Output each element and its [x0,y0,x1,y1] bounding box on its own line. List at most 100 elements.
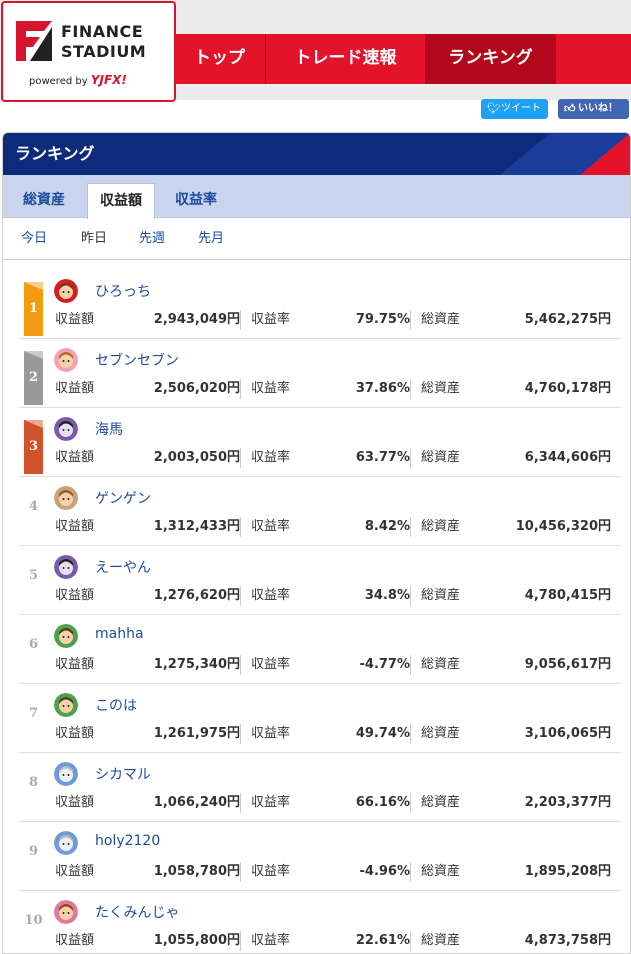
divider [240,586,241,606]
user-name-link[interactable]: たくみんじゃ [95,902,180,922]
profit-value: 1,312,433円 [153,519,240,534]
user-name-link[interactable]: 海馬 [95,419,123,439]
user-name-link[interactable]: ひろっち [95,281,151,301]
elder-blue-avatar[interactable] [54,762,78,786]
glasses-purple-avatar[interactable] [54,417,78,441]
tweet-label: ツイート [501,103,541,114]
divider [410,793,411,813]
tweet-button[interactable]: 🐦︎ ツイート [481,99,548,119]
profit-value: 2,506,020円 [153,381,240,396]
logo-title: FINANCE STADIUM [61,22,146,62]
user-name-link[interactable]: mahha [95,626,144,642]
logo-line-2: STADIUM [61,42,147,61]
period-yesterday[interactable]: 昨日 [81,218,107,260]
assets-label: 総資産 [421,450,461,465]
rank-badge: 3 [24,420,43,474]
rank-number: 2 [28,370,39,385]
assets-value: 6,344,606円 [524,450,611,465]
rate-value: 8.42% [364,519,410,534]
rank-badge: 2 [24,351,43,405]
rate-label: 収益率 [251,312,291,327]
stats-row: 収益額 2,506,020円 収益率 37.86% 総資産 4,760,178円 [55,377,621,401]
rate-value: 63.77% [355,450,410,465]
girl-pink-avatar[interactable] [54,348,78,372]
glasses-purple-avatar[interactable] [54,555,78,579]
metric-tabs: 総資産 収益額 収益率 [3,175,630,219]
period-last-week[interactable]: 先週 [139,218,165,260]
user-name-link[interactable]: シカマル [95,764,151,784]
tab-total-assets[interactable]: 総資産 [23,183,65,218]
user-name-link[interactable]: えーやん [95,557,151,577]
rate-label: 収益率 [251,450,291,465]
period-last-month[interactable]: 先月 [198,218,224,260]
nav-top[interactable]: トップ [174,34,266,84]
rate-value: 34.8% [364,588,410,603]
user-name-link[interactable]: セブンセブン [95,350,179,370]
rate-label: 収益率 [251,864,291,879]
nav-trade-news[interactable]: トレード速報 [266,34,426,84]
assets-label: 総資産 [421,588,461,603]
user-name-link[interactable]: ゲンゲン [95,488,151,508]
rank-number: 7 [28,706,39,721]
panel-header: ランキング [3,133,630,175]
man-green-avatar[interactable] [54,624,78,648]
logo-powered: powered by YJFX! [29,73,127,87]
rate-label: 収益率 [251,795,291,810]
ranking-row: 1 ひろっち 収益額 2,943,049円 収益率 79.75% 総資産 5,462,275円 [19,270,621,339]
profit-label: 収益額 [55,519,95,534]
stats-row: 収益額 1,055,800円 収益率 22.61% 総資産 4,873,758円 [55,929,621,953]
divider [410,655,411,675]
tab-profit[interactable]: 収益額 [87,183,155,219]
nav-ranking[interactable]: ランキング [426,34,556,84]
rank-number: 10 [24,913,43,928]
panel-title: ランキング [15,144,95,163]
user-name-link[interactable]: このは [95,695,137,715]
assets-label: 総資産 [421,726,461,741]
assets-value: 4,760,178円 [524,381,611,396]
divider [410,931,411,951]
divider [240,655,241,675]
assets-label: 総資産 [421,312,461,327]
profit-value: 1,276,620円 [153,588,240,603]
divider [410,517,411,537]
elder-blue-avatar[interactable] [54,831,78,855]
profit-label: 収益額 [55,381,95,396]
divider [410,586,411,606]
like-button[interactable]: 👍︎ いいね！ [558,99,629,119]
profit-label: 収益額 [55,864,95,879]
site-logo[interactable]: FINANCE STADIUM powered by YJFX! [1,1,176,102]
ranking-row: 2 セブンセブン 収益額 2,506,020円 収益率 37.86% 総資産 4,760,17… [19,339,621,408]
ranking-panel: ランキング 総資産 収益額 収益率 今日 昨日 先週 先月 1 ひろっち 収益額 2,… [2,132,631,954]
stats-row: 収益額 1,312,433円 収益率 8.42% 総資産 10,456,320円 [55,515,621,539]
rate-value: 37.86% [355,381,410,396]
main-nav: トップ トレード速報 ランキング [174,34,631,84]
divider [410,379,411,399]
user-name-link[interactable]: holy2120 [95,833,160,849]
ranking-row: 8 シカマル 収益額 1,066,240円 収益率 66.16% 総資産 2,203,377円 [19,753,621,822]
assets-value: 2,203,377円 [524,795,611,810]
profit-value: 1,066,240円 [153,795,240,810]
profit-label: 収益額 [55,726,95,741]
boy-red-avatar[interactable] [54,279,78,303]
stats-row: 収益額 1,058,780円 収益率 -4.96% 総資産 1,895,208円 [55,860,621,884]
woman-pink-avatar[interactable] [54,900,78,924]
thumbs-up-icon: 👍︎ [564,102,576,115]
rate-label: 収益率 [251,588,291,603]
girl-brown-avatar[interactable] [54,486,78,510]
assets-label: 総資産 [421,381,461,396]
site-header: トップ トレード速報 ランキング FINANCE STADIUM powered… [0,0,631,102]
powered-text: powered by [29,76,88,87]
profit-label: 収益額 [55,795,95,810]
rate-value: 22.61% [355,933,410,948]
divider [240,931,241,951]
ranking-row: 7 このは収益額 1,261,975円 収益率 49.74% 総資産 3,106,065円 [19,684,621,753]
assets-label: 総資産 [421,864,461,879]
stats-row: 収益額 1,261,975円 収益率 49.74% 総資産 3,106,065円 [55,722,621,746]
man-green-avatar[interactable] [54,693,78,717]
header-stripe-decoration [500,133,630,175]
finance-stadium-logo-icon [16,21,52,61]
period-today[interactable]: 今日 [21,218,47,260]
rank-number: 4 [28,499,39,514]
tab-profit-rate[interactable]: 収益率 [175,183,217,218]
rate-value: -4.96% [359,864,411,879]
